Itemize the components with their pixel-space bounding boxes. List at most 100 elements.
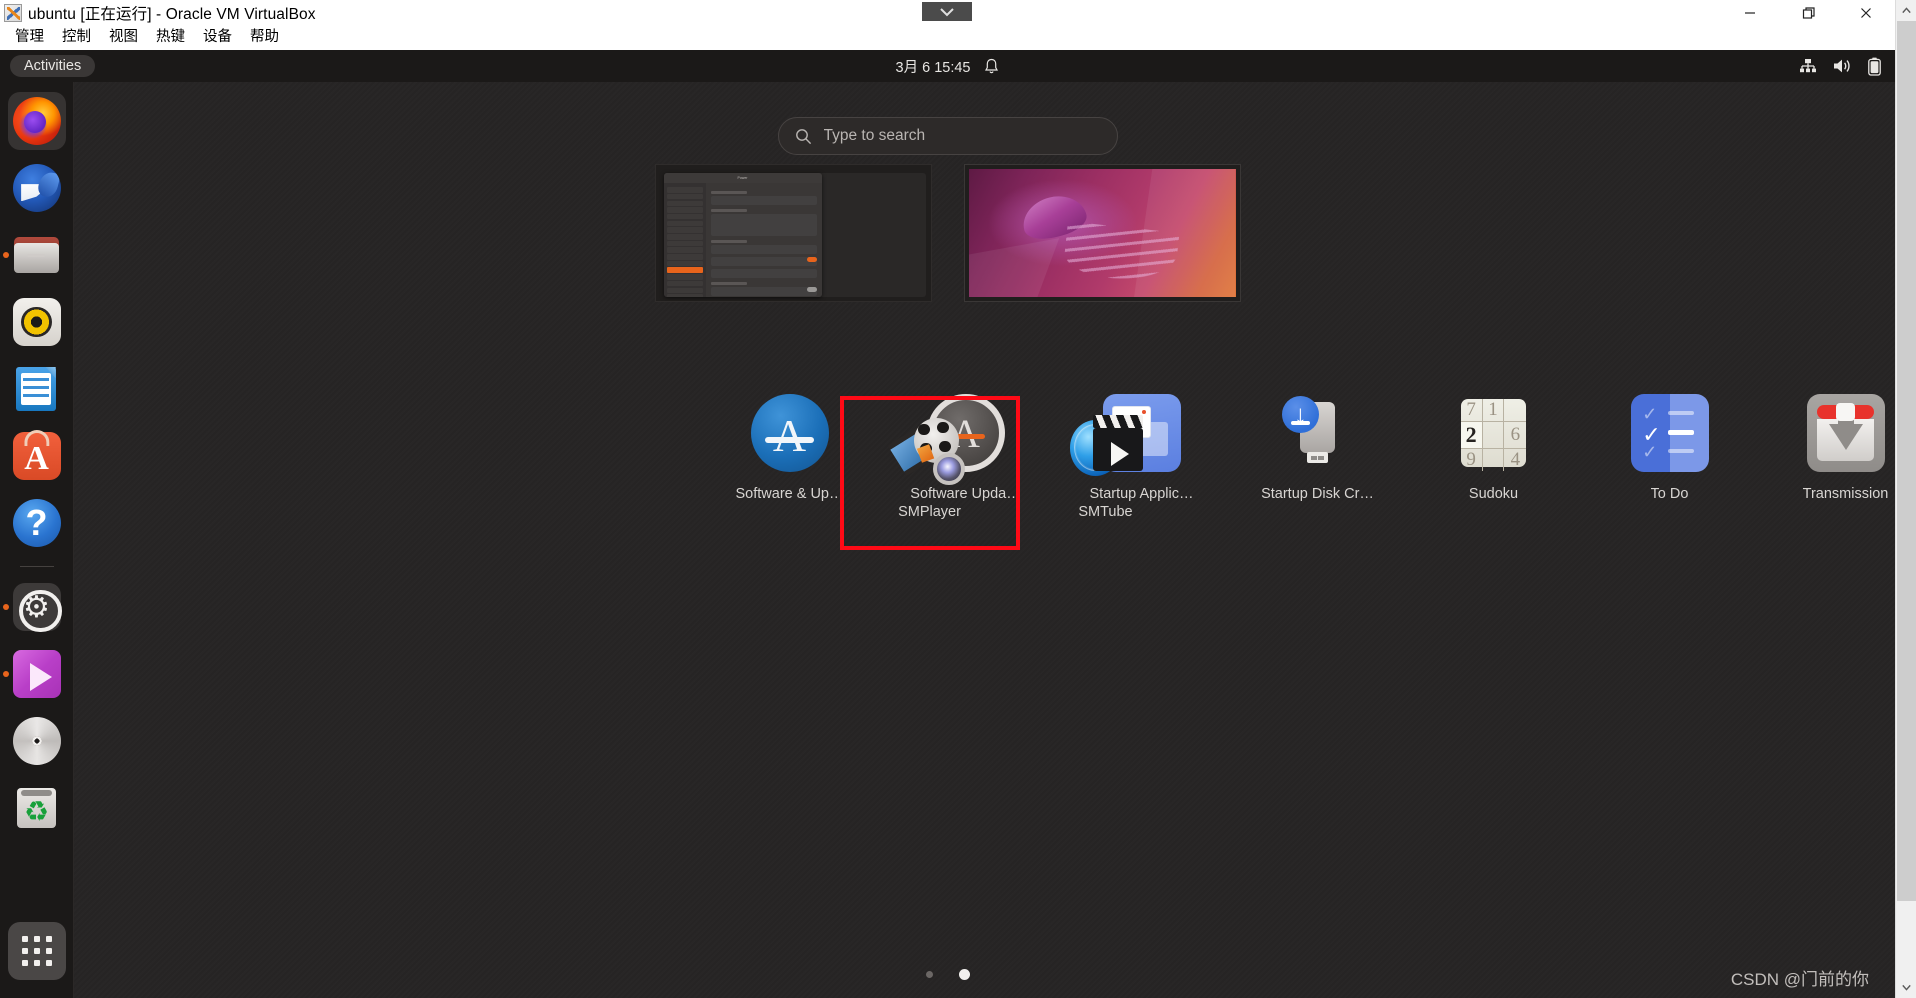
search-icon bbox=[795, 128, 811, 144]
settings-card bbox=[710, 257, 817, 266]
app-label: Startup Disk Cr… bbox=[1261, 486, 1374, 502]
app-smplayer[interactable]: SMPlayer bbox=[839, 396, 1020, 550]
app-label: Transmission bbox=[1802, 486, 1889, 502]
settings-sidebar-row-selected bbox=[666, 267, 703, 273]
dock-item-firefox[interactable] bbox=[7, 92, 66, 150]
title-bar-dropdown-button[interactable] bbox=[922, 2, 972, 21]
system-status-icons[interactable] bbox=[1799, 57, 1881, 76]
maximize-button[interactable] bbox=[1779, 0, 1837, 25]
page-indicator[interactable] bbox=[925, 969, 970, 980]
smplayer-icon bbox=[887, 412, 969, 490]
application-grid: A Software & Up… A Software Upda… Startu… bbox=[0, 380, 1896, 550]
workspace-thumbnails: Power bbox=[0, 158, 1895, 308]
settings-sidebar-row bbox=[666, 213, 703, 220]
running-indicator bbox=[2, 671, 9, 677]
running-indicator bbox=[2, 252, 9, 258]
settings-card bbox=[710, 269, 817, 278]
settings-sidebar-row bbox=[666, 274, 703, 280]
battery-icon bbox=[1868, 57, 1881, 76]
settings-sidebar bbox=[663, 183, 706, 297]
dock-item-thunderbird[interactable] bbox=[8, 159, 66, 217]
trash-icon bbox=[13, 784, 61, 832]
settings-sidebar-row bbox=[666, 280, 703, 287]
transmission-icon bbox=[1806, 394, 1885, 472]
settings-window-preview[interactable]: Power bbox=[663, 173, 822, 297]
virtualbox-icon bbox=[4, 3, 22, 22]
dock-item-optical-disc[interactable] bbox=[8, 712, 66, 770]
clock-area[interactable]: 3月 6 15:45 bbox=[896, 56, 1000, 77]
settings-section-heading bbox=[710, 282, 747, 285]
sudoku-cell-selected: 2 bbox=[1460, 421, 1483, 449]
search-entry[interactable] bbox=[777, 117, 1118, 155]
settings-window-body bbox=[663, 183, 822, 297]
app-label: Sudoku bbox=[1468, 486, 1519, 502]
chevron-down-icon bbox=[1902, 984, 1911, 991]
settings-window-header: Power bbox=[663, 173, 822, 183]
settings-section-heading bbox=[710, 209, 747, 212]
workspace-thumbnail-settings[interactable]: Power bbox=[654, 164, 932, 302]
sudoku-cell bbox=[1504, 399, 1527, 422]
dock-item-trash[interactable] bbox=[8, 779, 66, 837]
scroll-down-button[interactable] bbox=[1896, 977, 1916, 998]
menu-item-devices[interactable]: 设备 bbox=[194, 25, 241, 50]
app-label: To Do bbox=[1650, 486, 1689, 502]
menu-item-manage[interactable]: 管理 bbox=[6, 25, 53, 50]
settings-sidebar-row bbox=[666, 234, 703, 240]
menu-item-control[interactable]: 控制 bbox=[53, 25, 100, 50]
app-smtube[interactable]: SMTube bbox=[1018, 398, 1194, 548]
clock-label: 3月 6 15:45 bbox=[895, 59, 971, 76]
workspace-thumbnail-desktop[interactable] bbox=[963, 164, 1241, 302]
libreoffice-writer-icon bbox=[13, 365, 61, 413]
settings-sidebar-row bbox=[666, 227, 703, 233]
sudoku-cell: 6 bbox=[1504, 422, 1527, 449]
scroll-thumb[interactable] bbox=[1897, 21, 1916, 901]
dock bbox=[0, 82, 74, 998]
settings-sidebar-row bbox=[666, 254, 703, 260]
menu-item-help[interactable]: 帮助 bbox=[241, 25, 288, 50]
dock-item-help[interactable] bbox=[8, 494, 66, 552]
activities-button[interactable]: Activities bbox=[10, 55, 96, 77]
dock-item-files[interactable] bbox=[2, 226, 66, 284]
settings-sidebar-row bbox=[666, 193, 703, 200]
settings-content bbox=[705, 183, 822, 297]
page-dot-2-active[interactable] bbox=[958, 969, 970, 980]
settings-icon bbox=[12, 583, 62, 633]
volume-icon bbox=[1834, 59, 1850, 73]
settings-section-heading bbox=[710, 240, 747, 243]
page-dot-1[interactable] bbox=[925, 971, 933, 978]
dock-item-ubuntu-software[interactable] bbox=[8, 427, 66, 485]
bell-icon bbox=[985, 58, 999, 73]
settings-sidebar-row bbox=[666, 287, 703, 293]
scroll-up-button[interactable] bbox=[1896, 0, 1916, 21]
network-wired-icon bbox=[1800, 59, 1816, 73]
settings-sidebar-row bbox=[666, 220, 703, 227]
show-applications-button[interactable] bbox=[7, 922, 66, 980]
app-transmission[interactable]: Transmission bbox=[1758, 380, 1896, 530]
menu-item-view[interactable]: 视图 bbox=[100, 25, 147, 50]
app-label: SMTube bbox=[1078, 504, 1133, 520]
app-startup-disk-creator[interactable]: Startup Disk Cr… bbox=[1230, 380, 1406, 530]
smtube-icon bbox=[1067, 412, 1145, 490]
settings-sidebar-row bbox=[666, 247, 703, 253]
dock-item-rhythmbox[interactable] bbox=[8, 293, 66, 351]
minimize-button[interactable] bbox=[1721, 0, 1779, 25]
settings-sidebar-row bbox=[666, 207, 703, 213]
app-grid-icon bbox=[21, 936, 52, 966]
software-and-updates-icon: A bbox=[750, 394, 829, 472]
optical-disc-icon bbox=[12, 717, 61, 765]
app-sudoku[interactable]: 7 1 2 6 9 4 Sudoku bbox=[1406, 380, 1582, 530]
minimize-icon bbox=[1745, 11, 1755, 14]
running-indicator bbox=[2, 604, 9, 610]
help-icon bbox=[12, 499, 61, 547]
host-scrollbar[interactable] bbox=[1895, 0, 1916, 998]
dock-item-videos[interactable] bbox=[2, 645, 66, 703]
dock-item-libreoffice-writer[interactable] bbox=[8, 360, 66, 418]
menu-item-hotkeys[interactable]: 热键 bbox=[147, 25, 194, 50]
sudoku-cell bbox=[1483, 448, 1505, 471]
dock-item-settings[interactable] bbox=[2, 578, 66, 636]
firefox-icon bbox=[12, 97, 61, 145]
sudoku-cell: 9 bbox=[1461, 448, 1483, 471]
search-input[interactable] bbox=[823, 127, 1101, 145]
close-button[interactable] bbox=[1837, 0, 1895, 25]
app-todo[interactable]: ✓ ✓ ✓ To Do bbox=[1582, 380, 1758, 530]
